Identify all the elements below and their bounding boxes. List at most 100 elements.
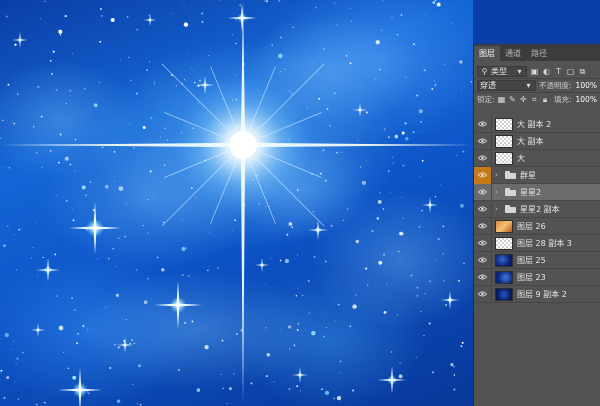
sparkle-star — [378, 366, 406, 394]
sparkle-star — [144, 14, 156, 26]
star-dot — [333, 2, 336, 4]
adjustment-filter-icon[interactable]: ◐ — [542, 67, 551, 76]
layer-row[interactable]: 图层 28 副本 3 — [474, 234, 600, 252]
lock-label: 锁定: — [477, 95, 495, 104]
tab-layers[interactable]: 图层 — [474, 46, 500, 61]
star-dot — [435, 258, 437, 260]
star-dot — [318, 97, 321, 100]
visibility-toggle[interactable] — [474, 149, 492, 167]
star-dot — [345, 54, 348, 57]
star-dot — [381, 29, 383, 32]
star-dot — [17, 398, 19, 400]
star-dot — [250, 382, 253, 385]
star-dot — [421, 209, 423, 212]
visibility-toggle[interactable] — [474, 251, 492, 269]
star-dot — [463, 262, 465, 265]
star-dot — [451, 22, 453, 24]
visibility-toggle[interactable] — [474, 166, 492, 184]
lock-all-icon[interactable]: 🔒︎ — [541, 95, 549, 104]
layer-row[interactable]: 图层 25 — [474, 251, 600, 269]
eye-icon — [478, 172, 487, 178]
visibility-toggle[interactable] — [474, 285, 492, 303]
layer-row[interactable]: 大 副本 2 — [474, 115, 600, 133]
opacity-value[interactable]: 100% — [576, 81, 597, 90]
layer-row[interactable]: 大 副本 — [474, 132, 600, 150]
star-dot — [280, 70, 282, 73]
eye-icon — [478, 240, 487, 246]
star-dot — [76, 342, 79, 345]
visibility-toggle[interactable] — [474, 115, 492, 133]
chevron-right-icon[interactable]: › — [495, 188, 503, 196]
layer-row[interactable]: 图层 26 — [474, 217, 600, 235]
visibility-toggle[interactable] — [474, 268, 492, 286]
star-dot — [89, 181, 92, 183]
layer-row[interactable]: 图层 23 — [474, 268, 600, 286]
star-dot — [424, 293, 426, 295]
star-dot — [453, 365, 455, 368]
star-dot — [401, 131, 405, 135]
layer-row[interactable]: 图层 9 副本 2 — [474, 285, 600, 303]
star-dot — [357, 139, 359, 141]
starfield-artwork — [0, 0, 473, 406]
shape-filter-icon[interactable]: ▢ — [566, 67, 575, 76]
star-dot — [371, 230, 374, 233]
layer-row[interactable]: › 群星 — [474, 166, 600, 184]
star-dot — [291, 226, 293, 228]
smart-object-filter-icon[interactable]: ⧉ — [578, 67, 587, 76]
star-dot — [222, 387, 224, 390]
star-dot — [321, 388, 323, 391]
visibility-toggle[interactable] — [474, 200, 492, 218]
star-dot — [307, 280, 310, 282]
star-dot — [14, 43, 17, 46]
star-dot — [458, 279, 460, 282]
star-dot — [428, 151, 430, 153]
layer-row[interactable]: › 星星2 副本 — [474, 200, 600, 218]
lock-paint-icon[interactable]: ✎ — [508, 95, 516, 104]
tab-paths[interactable]: 路径 — [526, 46, 552, 61]
type-filter-icon[interactable]: T — [554, 67, 563, 76]
lock-artboard-icon[interactable]: ⌗ — [530, 95, 538, 104]
chevron-right-icon[interactable]: › — [495, 171, 503, 179]
blend-mode-select[interactable]: 穿透 ▾ — [477, 80, 537, 91]
star-dot — [7, 225, 9, 227]
star-dot — [13, 233, 15, 235]
star-dot — [355, 239, 360, 244]
star-dot — [130, 79, 132, 82]
star-dot — [221, 339, 224, 342]
fill-value[interactable]: 100% — [576, 95, 597, 104]
document-canvas[interactable] — [0, 0, 473, 406]
star-dot — [349, 325, 352, 328]
star-dot — [163, 164, 166, 166]
visibility-toggle[interactable] — [474, 217, 492, 235]
visibility-toggle[interactable] — [474, 132, 492, 150]
star-dot — [288, 348, 291, 350]
chevron-right-icon[interactable]: › — [495, 205, 503, 213]
star-dot — [75, 310, 77, 312]
star-dot — [424, 14, 426, 16]
star-dot — [136, 269, 138, 271]
star-dot — [56, 194, 58, 196]
star-dot — [418, 109, 423, 114]
layer-row[interactable]: › 星星2 — [474, 183, 600, 201]
star-dot — [201, 21, 204, 23]
layer-filter-select[interactable]: ⚲ 类型 ▾ — [477, 65, 527, 77]
star-dot — [133, 342, 136, 345]
star-dot — [384, 128, 386, 130]
image-filter-icon[interactable]: ▣ — [530, 67, 539, 76]
star-dot — [5, 15, 8, 18]
lock-transparent-icon[interactable]: ▦ — [498, 95, 506, 104]
layer-row[interactable]: 大 — [474, 149, 600, 167]
visibility-toggle[interactable] — [474, 234, 492, 252]
folder-icon — [505, 188, 516, 196]
layer-name: 图层 23 — [517, 272, 546, 282]
star-dot — [99, 40, 102, 43]
visibility-toggle[interactable] — [474, 183, 492, 201]
star-dot — [35, 151, 38, 154]
sparkle-star — [12, 32, 28, 48]
star-dot — [44, 0, 46, 3]
tab-channels[interactable]: 通道 — [500, 46, 526, 61]
lock-move-icon[interactable]: ✛ — [519, 95, 527, 104]
star-dot — [413, 43, 415, 46]
layer-name: 图层 28 副本 3 — [517, 238, 572, 248]
star-dot — [44, 401, 46, 404]
